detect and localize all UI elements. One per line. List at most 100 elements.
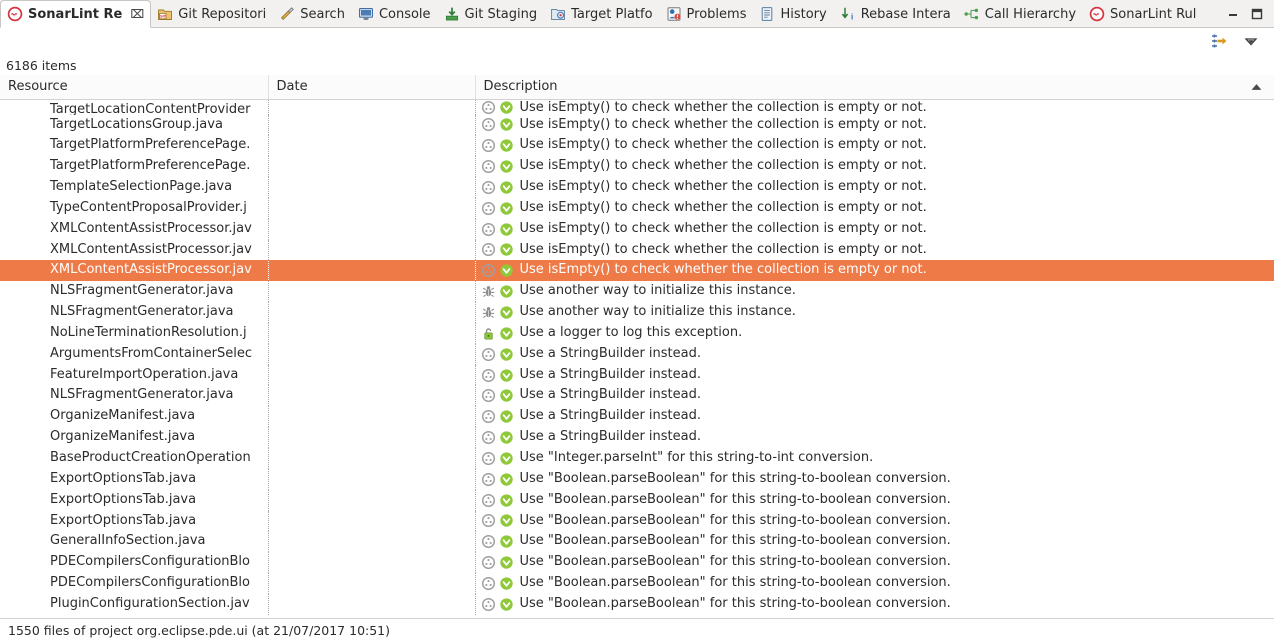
cell-resource: PDECompilersConfigurationBlo [0, 552, 269, 574]
sort-ascending-icon [1251, 79, 1262, 94]
view-tab-label: History [780, 6, 827, 22]
view-tab-label: Search [300, 6, 345, 22]
table-row[interactable]: TargetPlatformPreferencePage. Use isEmpty… [0, 135, 1274, 157]
target-platform-icon [550, 6, 566, 22]
issues-table-container[interactable]: Resource Date Description TargetLocationCo… [0, 75, 1274, 618]
table-row[interactable]: NLSFragmentGenerator.java Use a StringBui… [0, 385, 1274, 407]
chevron-down-icon[interactable] [1242, 32, 1260, 50]
table-row[interactable]: XMLContentAssistProcessor.jav Use isEmpty… [0, 239, 1274, 261]
table-row[interactable]: XMLContentAssistProcessor.jav Use isEmpty… [0, 260, 1274, 282]
table-row[interactable]: TargetPlatformPreferencePage. Use isEmpty… [0, 156, 1274, 178]
view-tab-history[interactable]: History [753, 0, 833, 28]
view-tab-search[interactable]: Search [273, 0, 352, 28]
table-row[interactable]: NLSFragmentGenerator.java Use another way… [0, 302, 1274, 323]
table-row[interactable]: NLSFragmentGenerator.java Use another way… [0, 281, 1274, 303]
table-row[interactable]: FeatureImportOperation.java Use a StringB… [0, 364, 1274, 386]
code-smell-icon [481, 180, 496, 195]
view-tab-sonarlint-re[interactable]: SonarLint Re ⌧ [0, 0, 152, 28]
table-row[interactable]: PluginConfigurationSection.jav Use "Boole… [0, 593, 1274, 615]
view-tab-label: SonarLint Re [28, 6, 123, 22]
maximize-view-button[interactable] [1250, 7, 1264, 21]
cell-description: Use isEmpty() to check whether the colle… [475, 156, 1274, 177]
table-row[interactable]: TypeContentProposalProvider.j Use isEmpty… [0, 197, 1274, 219]
severity-minor-icon [499, 555, 514, 570]
table-row[interactable]: PDECompilersConfigurationBlo Use "Boolean… [0, 552, 1274, 574]
cell-date [268, 114, 476, 136]
issue-description-text: Use isEmpty() to check whether the colle… [519, 99, 927, 115]
column-header-date[interactable]: Date [268, 75, 476, 100]
table-row[interactable]: PDECompilersConfigurationBlo Use "Boolean… [0, 573, 1274, 594]
table-row[interactable]: TargetLocationContentProvider Use isEmpty… [0, 99, 1274, 115]
severity-minor-icon [499, 451, 514, 466]
view-tab-git-staging[interactable]: Git Staging [438, 0, 545, 28]
cell-description: Use another way to initialize this insta… [475, 281, 1274, 302]
table-row[interactable]: ExportOptionsTab.java Use "Boolean.parseB… [0, 468, 1274, 490]
issue-description-text: Use "Boolean.parseBoolean" for this stri… [519, 512, 951, 528]
view-tab-target-platfo[interactable]: Target Platfo [544, 0, 659, 28]
table-row[interactable]: NoLineTerminationResolution.j Use a logge… [0, 322, 1274, 344]
cell-resource: PluginConfigurationSection.jav [0, 593, 269, 615]
history-icon [759, 6, 775, 22]
cell-date [268, 177, 476, 198]
column-header-resource[interactable]: Resource [0, 75, 269, 100]
issue-description-text: Use "Boolean.parseBoolean" for this stri… [519, 491, 951, 507]
cell-resource: TargetPlatformPreferencePage. [0, 156, 269, 178]
code-smell-icon [481, 534, 496, 549]
severity-minor-icon [499, 388, 514, 403]
code-smell-icon [481, 597, 496, 612]
severity-minor-icon [499, 472, 514, 487]
view-tab-git-repositori[interactable]: GIT Git Repositori [151, 0, 273, 28]
severity-minor-icon [499, 138, 514, 153]
cell-date [268, 489, 476, 511]
table-row[interactable]: OrganizeManifest.java Use a StringBuilder… [0, 406, 1274, 428]
table-row[interactable]: BaseProductCreationOperation Use "Integer… [0, 448, 1274, 469]
link-with-editor-icon[interactable] [1210, 32, 1228, 50]
cell-resource: TypeContentProposalProvider.j [0, 197, 269, 219]
table-row[interactable]: XMLContentAssistProcessor.jav Use isEmpty… [0, 218, 1274, 240]
cell-description: Use a StringBuilder instead. [475, 406, 1274, 427]
cell-description: Use "Boolean.parseBoolean" for this stri… [475, 594, 1274, 615]
cell-description: Use "Boolean.parseBoolean" for this stri… [475, 552, 1274, 573]
cell-date [268, 281, 476, 303]
cell-date [268, 218, 476, 240]
severity-minor-icon [499, 117, 514, 132]
cell-resource: TargetLocationContentProvider [0, 99, 269, 115]
minimize-view-button[interactable] [1226, 7, 1240, 21]
view-tab-rebase-intera[interactable]: i Rebase Intera [834, 0, 958, 28]
cell-date [268, 239, 476, 261]
cell-date [268, 468, 476, 490]
code-smell-icon [481, 388, 496, 403]
table-row[interactable]: OrganizeManifest.java Use a StringBuilder… [0, 427, 1274, 448]
git-staging-icon [444, 6, 460, 22]
view-tab-console[interactable]: Console [352, 0, 438, 28]
issue-description-text: Use "Boolean.parseBoolean" for this stri… [519, 554, 951, 570]
view-tab-problems[interactable]: Problems [660, 0, 754, 28]
git-repositories-icon: GIT [157, 6, 173, 22]
cell-resource: XMLContentAssistProcessor.jav [0, 218, 269, 240]
cell-date [268, 510, 476, 532]
close-icon[interactable]: ⌧ [130, 7, 144, 21]
view-tab-sonarlint-rul[interactable]: SonarLint Rul [1083, 0, 1203, 28]
view-tab-call-hierarchy[interactable]: Call Hierarchy [958, 0, 1083, 28]
cell-description: Use another way to initialize this insta… [475, 302, 1274, 323]
severity-minor-icon [499, 347, 514, 362]
issue-description-text: Use a StringBuilder instead. [519, 366, 702, 382]
table-row[interactable]: GeneralInfoSection.java Use "Boolean.pars… [0, 531, 1274, 553]
column-header-description[interactable]: Description [475, 75, 1274, 100]
table-row[interactable]: TemplateSelectionPage.java Use isEmpty() … [0, 177, 1274, 198]
view-toolbar [0, 28, 1274, 55]
table-row[interactable]: ExportOptionsTab.java Use "Boolean.parseB… [0, 489, 1274, 511]
table-row[interactable]: TargetLocationsGroup.java Use isEmpty() t… [0, 114, 1274, 136]
code-smell-icon [481, 513, 496, 528]
sonarlint-report-view: SonarLint Re ⌧ GIT Git Repositori Search Cons… [0, 0, 1274, 641]
cell-date [268, 197, 476, 219]
cell-date [268, 135, 476, 157]
table-row[interactable]: ArgumentsFromContainerSelec Use a StringB… [0, 343, 1274, 365]
severity-minor-icon [499, 430, 514, 445]
cell-description: Use isEmpty() to check whether the colle… [475, 260, 1274, 281]
severity-minor-icon [499, 263, 514, 278]
table-row[interactable]: ExportOptionsTab.java Use "Boolean.parseB… [0, 510, 1274, 532]
view-tab-bar: SonarLint Re ⌧ GIT Git Repositori Search Cons… [0, 0, 1274, 28]
issue-description-text: Use isEmpty() to check whether the colle… [519, 179, 927, 195]
issue-description-text: Use a logger to log this exception. [519, 324, 743, 340]
